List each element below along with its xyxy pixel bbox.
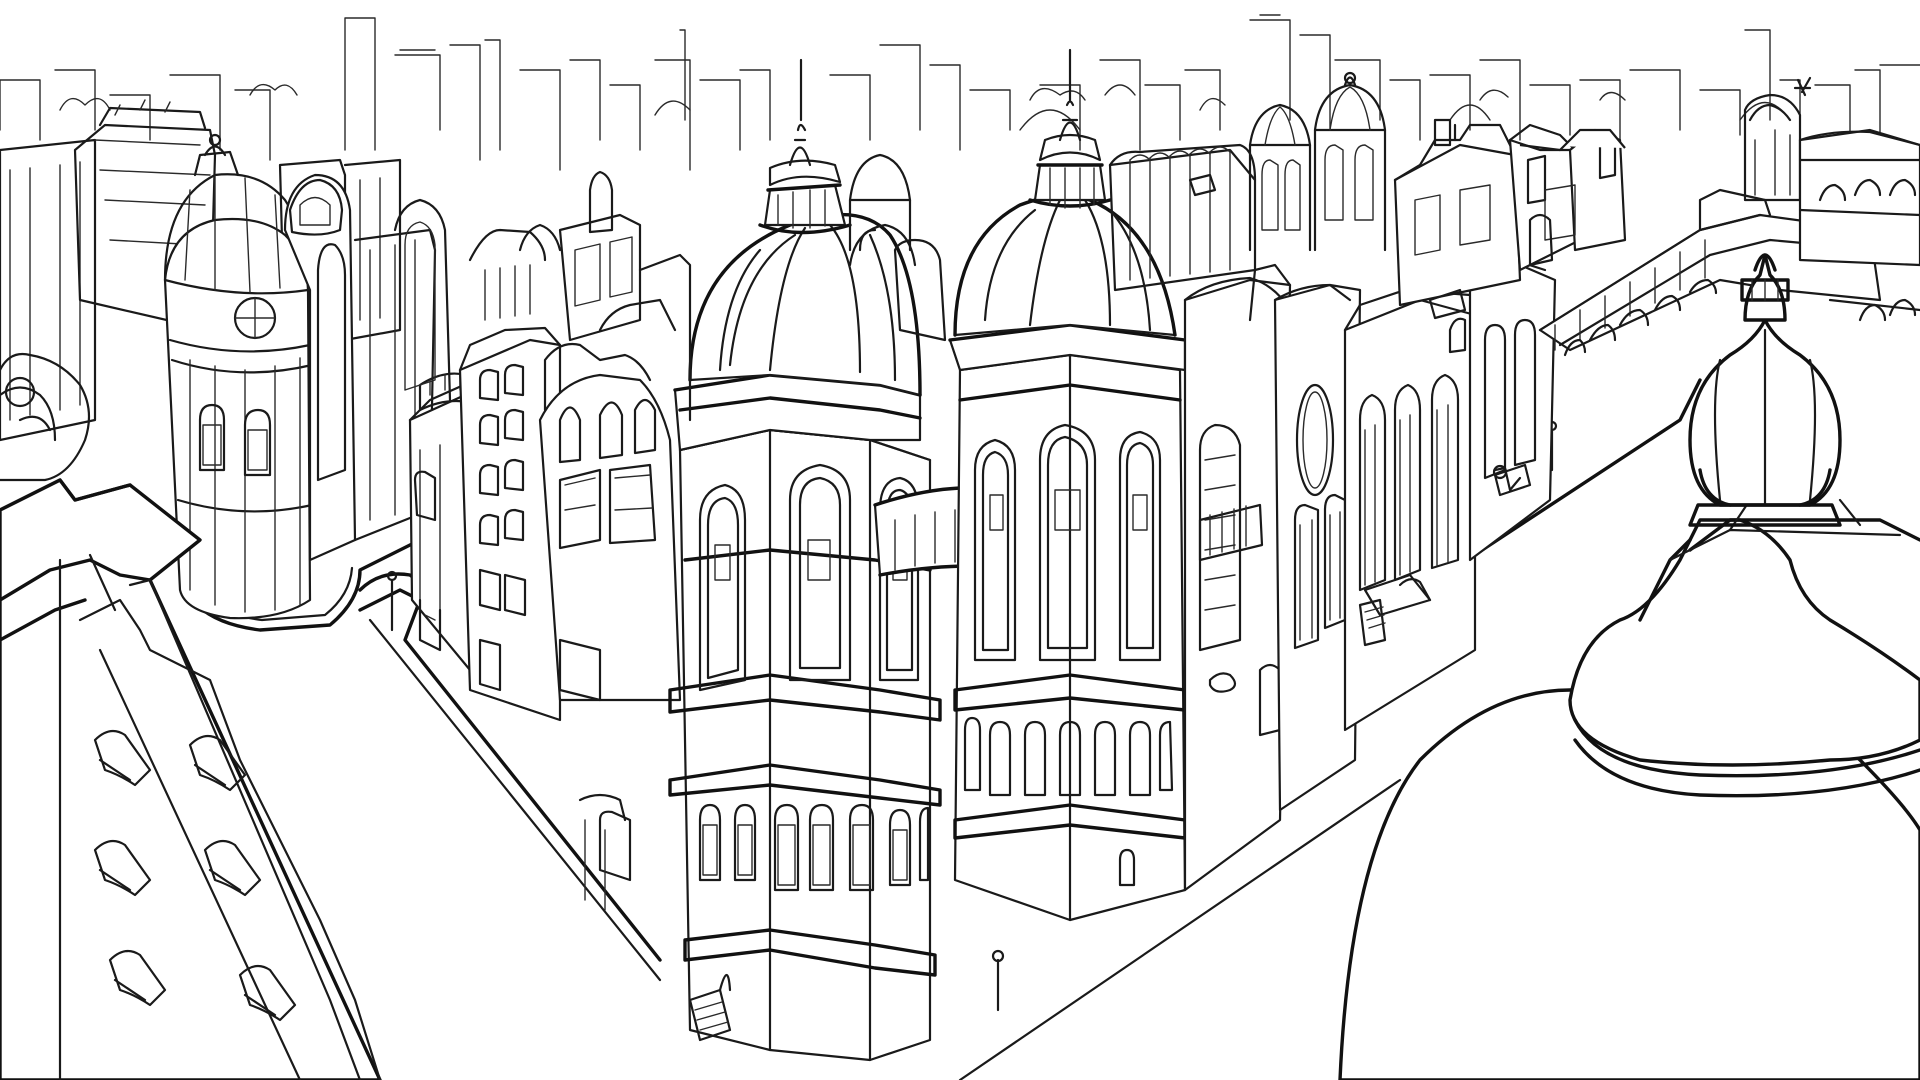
line-art-city-drawing — [0, 0, 1920, 1080]
